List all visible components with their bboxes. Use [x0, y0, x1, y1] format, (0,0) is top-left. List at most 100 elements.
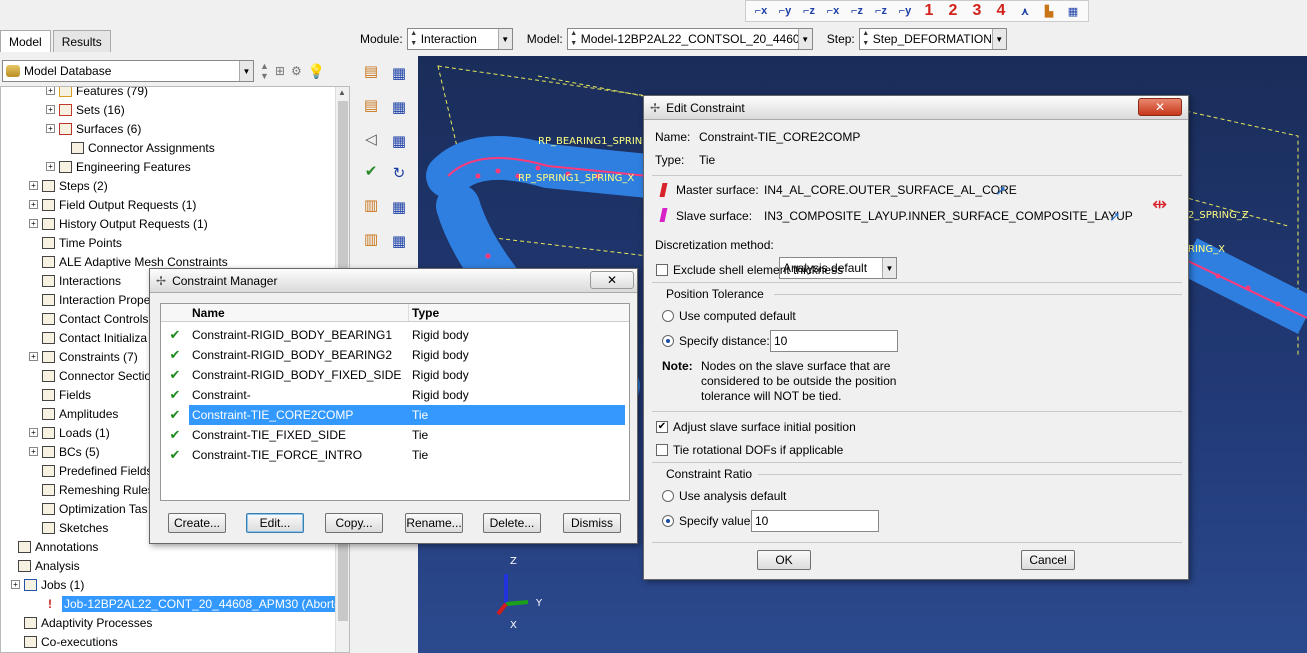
close-icon[interactable]: ✕ [1138, 98, 1182, 116]
table-row[interactable]: ✔ Constraint-TIE_FORCE_INTRO Tie [161, 445, 629, 465]
view-y-icon[interactable]: ⌐y [774, 1, 796, 21]
expand-toggle-icon[interactable]: + [29, 181, 38, 190]
specify-distance-radio[interactable] [662, 335, 674, 347]
view-2-button[interactable]: 2 [942, 1, 964, 21]
table-row[interactable]: ✔ Constraint-RIGID_BODY_FIXED_SIDE Rigid b… [161, 365, 629, 385]
wire-icon[interactable]: ▥ [359, 194, 383, 216]
active-check-icon[interactable]: ✔ [161, 367, 189, 383]
chevron-down-icon[interactable]: ▼ [797, 29, 812, 49]
assembly-icon[interactable]: ▙ [1038, 1, 1060, 21]
scroll-up-icon[interactable]: ▲ [338, 88, 346, 97]
tab-results[interactable]: Results [52, 30, 111, 52]
constraint-icon[interactable]: ◁ [359, 128, 383, 150]
constraint-manager-titlebar[interactable]: ✢ Constraint Manager [150, 269, 637, 293]
tree-item[interactable]: + Loads (1) [29, 423, 110, 442]
tree-item[interactable]: Connector Sectio [29, 366, 151, 385]
tree-item[interactable]: Amplitudes [29, 404, 118, 423]
expand-toggle-icon[interactable]: + [46, 87, 55, 95]
tree-item[interactable]: Annotations [5, 537, 98, 556]
tree-item[interactable]: Optimization Tas [29, 499, 147, 518]
tree-item[interactable]: + Steps (2) [29, 176, 108, 195]
lightbulb-icon[interactable]: 💡 [308, 63, 325, 80]
view-z-icon[interactable]: ⌐z [798, 1, 820, 21]
ratio-value-input[interactable]: 10 [751, 510, 879, 532]
wire-manager-icon[interactable]: ▦ [387, 196, 411, 218]
move-up-icon[interactable]: ▲ ▼ [260, 61, 269, 81]
rename-button[interactable]: Rename... [405, 513, 463, 533]
active-check-icon[interactable]: ✔ [161, 427, 189, 443]
expand-toggle-icon[interactable]: + [29, 200, 38, 209]
view-1-button[interactable]: 1 [918, 1, 940, 21]
tree-item[interactable]: Remeshing Rules [29, 480, 154, 499]
active-check-icon[interactable]: ✔ [161, 327, 189, 343]
chevron-down-icon[interactable]: ▼ [497, 29, 512, 49]
module-select[interactable]: ▲ ▼ Interaction ▼ [406, 28, 513, 50]
dismiss-button[interactable]: Dismiss [563, 513, 621, 533]
table-row[interactable]: ✔ Constraint-RIGID_BODY_BEARING1 Rigid bod… [161, 325, 629, 345]
tree-item[interactable]: + Constraints (7) [29, 347, 138, 366]
active-check-icon[interactable]: ✔ [161, 347, 189, 363]
section-manager-icon[interactable]: ▦ [387, 230, 411, 252]
tree-item[interactable]: + Sets (16) [46, 100, 125, 119]
tree-item[interactable]: + History Output Requests (1) [29, 214, 208, 233]
tree-item[interactable]: Co-executions [11, 632, 118, 651]
table-icon[interactable]: ▦ [1062, 1, 1084, 21]
create-button[interactable]: Create... [168, 513, 226, 533]
specify-value-radio[interactable] [662, 515, 674, 527]
table-row[interactable]: ✔ Constraint-TIE_FIXED_SIDE Tie [161, 425, 629, 445]
switch-surfaces-icon[interactable]: ⇹ [1152, 194, 1167, 215]
expand-toggle-icon[interactable]: + [11, 580, 20, 589]
create-property-icon[interactable]: ▤ [359, 94, 383, 116]
model-spin-icon[interactable]: ▲ ▼ [569, 29, 579, 49]
triad-icon[interactable]: ⋏ [1014, 1, 1036, 21]
tree-item[interactable]: Interactions [29, 271, 121, 290]
table-row[interactable]: ✔ Constraint-RIGID_BODY_BEARING2 Rigid bod… [161, 345, 629, 365]
tab-model[interactable]: Model [0, 30, 51, 52]
tree-item[interactable]: Contact Initializa [29, 328, 147, 347]
tree-item[interactable]: + Jobs (1) [11, 575, 84, 594]
column-header-type[interactable]: Type [409, 304, 625, 321]
section-icon[interactable]: ▥ [359, 228, 383, 250]
tree-item[interactable]: Fields [29, 385, 91, 404]
tree-item[interactable]: Time Points [29, 233, 122, 252]
step-spin-icon[interactable]: ▲ ▼ [861, 29, 871, 49]
module-spin-icon[interactable]: ▲ ▼ [409, 29, 419, 49]
view-xz-icon[interactable]: ⌐x [822, 1, 844, 21]
expand-icon[interactable]: ⊞ [275, 64, 285, 78]
filter-icon[interactable]: ⚙ [291, 64, 302, 78]
view-zz-icon[interactable]: ⌐z [870, 1, 892, 21]
edit-constraint-titlebar[interactable]: ✢ Edit Constraint [644, 96, 1188, 120]
chevron-down-icon[interactable]: ▼ [882, 258, 896, 278]
view-zy-icon[interactable]: ⌐z [846, 1, 868, 21]
cancel-button[interactable]: Cancel [1021, 550, 1075, 570]
active-check-icon[interactable]: ✔ [161, 447, 189, 463]
active-check-icon[interactable]: ✔ [161, 407, 189, 423]
distance-input[interactable]: 10 [770, 330, 898, 352]
view-4-button[interactable]: 4 [990, 1, 1012, 21]
active-check-icon[interactable]: ✔ [161, 387, 189, 403]
tree-item[interactable]: + Field Output Requests (1) [29, 195, 196, 214]
constraint-manager-icon[interactable]: ▦ [387, 130, 411, 152]
exclude-shell-checkbox[interactable] [656, 264, 668, 276]
tree-item[interactable]: Adaptivity Processes [11, 613, 152, 632]
property-manager-icon[interactable]: ▦ [387, 96, 411, 118]
tree-item[interactable]: Analysis [5, 556, 80, 575]
model-select[interactable]: ▲ ▼ Model-12BP2AL22_CONTSOL_20_44608 ▼ [566, 28, 813, 50]
tree-item[interactable]: Predefined Fields [29, 461, 152, 480]
table-row[interactable]: ✔ Constraint-TIE_CORE2COMP Tie [161, 405, 629, 425]
tree-item[interactable]: ! Job-12BP2AL22_CONT_20_44608_APM30 (Abor… [29, 594, 349, 613]
chevron-down-icon[interactable]: ▼ [991, 29, 1006, 49]
tree-item[interactable]: + BCs (5) [29, 442, 100, 461]
tree-item[interactable]: + Engineering Features [46, 157, 191, 176]
expand-toggle-icon[interactable]: + [29, 352, 38, 361]
select-master-icon[interactable]: ➚ [995, 182, 1007, 199]
expand-toggle-icon[interactable]: + [46, 124, 55, 133]
tree-item[interactable]: Sketches [29, 518, 108, 537]
delete-button[interactable]: Delete... [483, 513, 541, 533]
step-select[interactable]: ▲ ▼ Step_DEFORMATION ▼ [858, 28, 1007, 50]
select-slave-icon[interactable]: ➚ [1109, 208, 1121, 225]
create-interaction-icon[interactable]: ▤ [359, 60, 383, 82]
tree-item[interactable]: + Surfaces (6) [46, 119, 141, 138]
tree-item[interactable]: Contact Controls [29, 309, 148, 328]
interaction-manager-icon[interactable]: ▦ [387, 62, 411, 84]
